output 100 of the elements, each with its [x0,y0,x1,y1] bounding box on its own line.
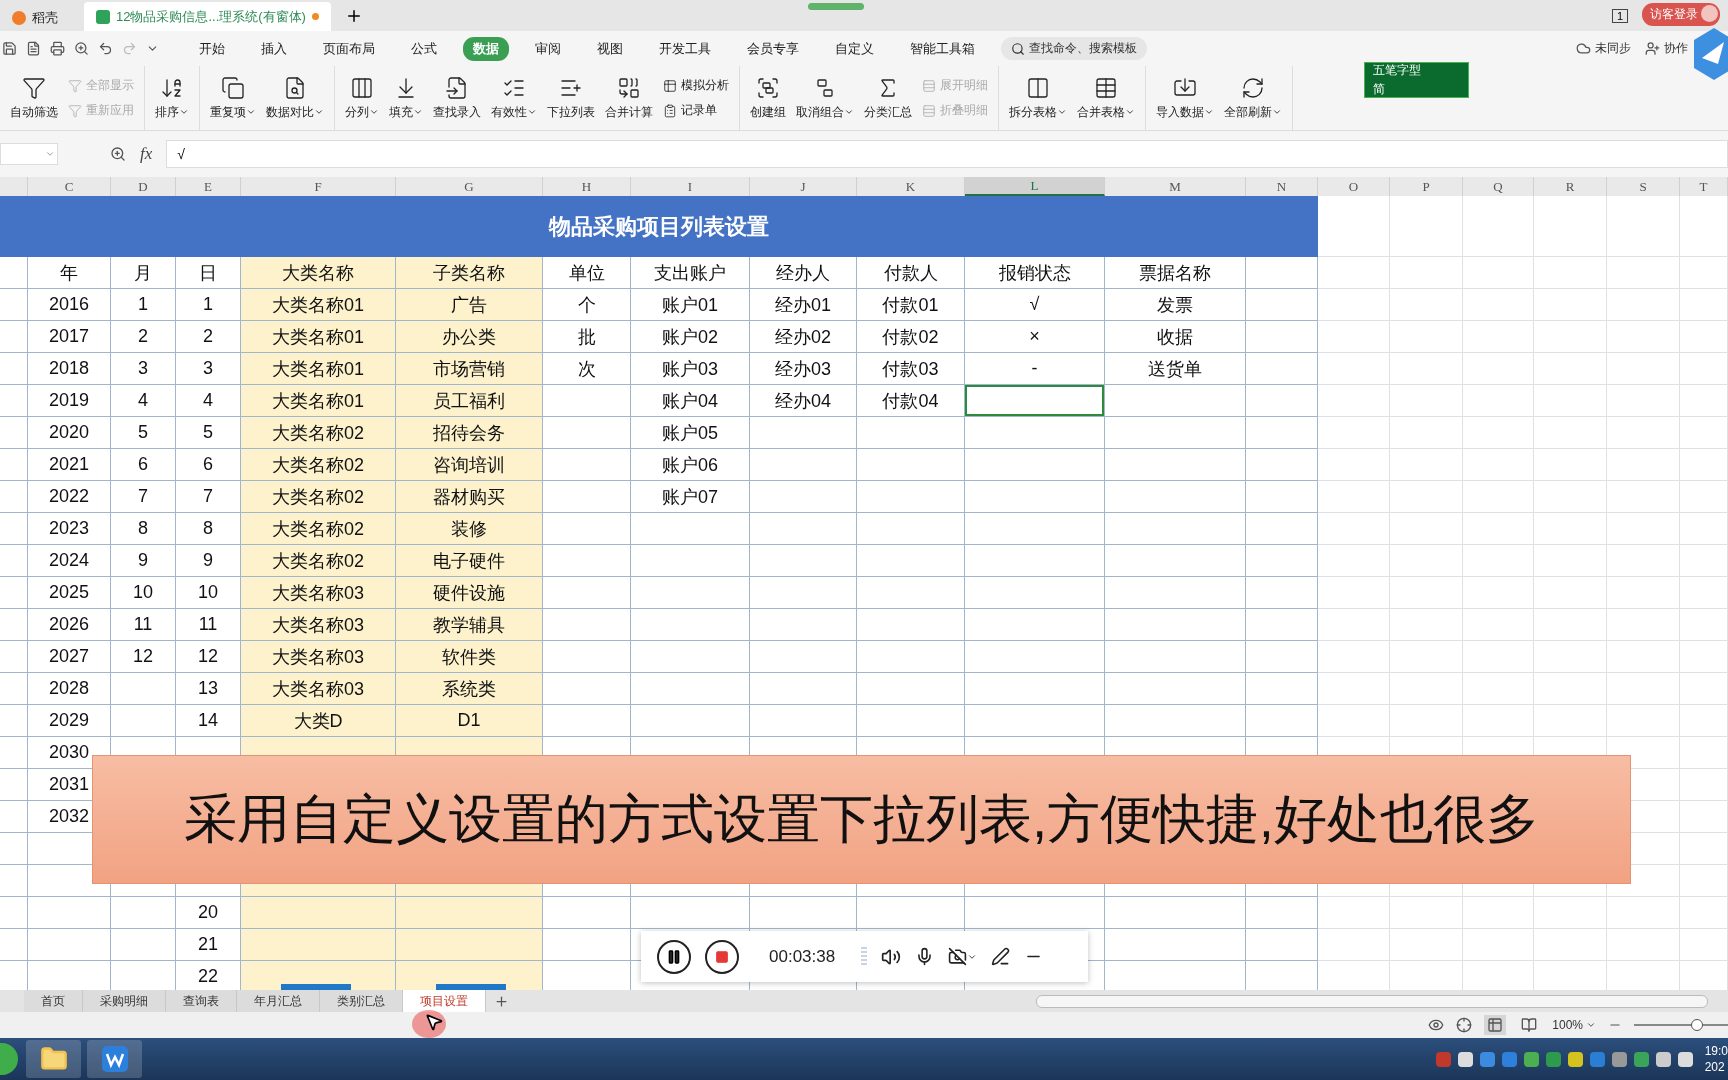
document-icon[interactable] [26,41,41,56]
table-cell: 2016 [28,289,111,321]
collaborate-icon[interactable] [1645,41,1660,56]
login-button[interactable]: 访客登录 [1642,3,1720,26]
tray-icon[interactable] [1633,1051,1649,1067]
table-cell [111,673,176,705]
ribbon-button[interactable]: 创建组 [746,66,790,130]
grid-icon [1487,1017,1504,1033]
table-cell: √ [965,289,1105,321]
ribbon-button[interactable]: 取消组合 [792,66,858,130]
ribbon-button[interactable]: 记录单 [663,102,729,119]
ribbon-button[interactable]: 导入数据 [1152,66,1218,130]
tray-icon[interactable] [1457,1051,1473,1067]
sheet-tab[interactable]: 类别汇总 [320,990,403,1012]
sheet-tab[interactable]: 采购明细 [83,990,166,1012]
print-preview-icon[interactable] [74,41,89,56]
normal-view-button[interactable] [1484,1015,1507,1035]
menu-tab[interactable]: 视图 [587,36,633,61]
ribbon-button[interactable]: 分类汇总 [860,66,916,130]
sheet-tab[interactable]: 查询表 [166,990,237,1012]
stop-button[interactable] [705,939,739,974]
sheet-tab[interactable]: 首页 [24,990,83,1012]
ribbon-button[interactable]: 查找录入 [429,66,485,130]
ribbon-button[interactable]: 有效性 [487,66,541,130]
collaborate-link[interactable]: 协作 [1664,40,1688,57]
menu-tab[interactable]: 页面布局 [313,36,385,61]
sheet-tab[interactable]: 年月汇总 [237,990,320,1012]
ribbon-button[interactable]: 排序 [151,66,193,130]
table-cell: × [965,321,1105,353]
horizontal-scrollbar[interactable] [1036,995,1708,1008]
menu-tab[interactable]: 自定义 [825,36,884,61]
speaker-icon[interactable] [881,946,902,967]
ribbon-button[interactable]: 合并计算 [601,66,657,130]
menu-tab[interactable]: 会员专享 [737,36,809,61]
column-heading: 支出账户 [631,257,750,289]
ribbon-button[interactable]: 填充 [385,66,427,130]
print-icon[interactable] [50,41,65,56]
table-cell [1463,513,1534,545]
column-header[interactable]: Q [1463,177,1534,196]
tray-icon[interactable] [1655,1051,1671,1067]
column-heading: 大类名称 [241,257,396,289]
selected-cell[interactable] [965,385,1105,417]
column-heading: 经办人 [750,257,857,289]
pen-icon[interactable] [991,947,1011,966]
document-tab[interactable]: 12物品采购信息...理系统(有窗体) [84,2,331,31]
ribbon-button[interactable]: 重复项 [206,66,260,130]
tray-icon[interactable] [1677,1051,1693,1067]
wps-button[interactable] [87,1040,142,1078]
file-explorer-button[interactable] [26,1040,81,1078]
ribbon-button[interactable]: 全部刷新 [1220,66,1286,130]
zoom-slider[interactable] [1691,1019,1703,1031]
menu-tab[interactable]: 开始 [189,36,235,61]
cloud-icon[interactable] [1576,41,1591,56]
column-header[interactable]: S [1607,177,1680,196]
sheet-tab[interactable]: 项目设置 [403,990,486,1012]
tray-icon[interactable] [1567,1051,1583,1067]
column-header[interactable]: O [1318,177,1390,196]
menu-tab[interactable]: 公式 [401,36,447,61]
formula-field[interactable]: √ [166,140,1728,168]
table-cell: 大类名称03 [241,609,396,641]
ribbon-button[interactable]: 合并表格 [1073,66,1139,130]
column-header[interactable]: P [1390,177,1463,196]
undo-icon[interactable] [98,41,113,56]
table-cell: 软件类 [396,641,543,673]
column-header[interactable]: R [1534,177,1607,196]
column-header[interactable]: T [1680,177,1728,196]
ribbon-button[interactable]: 数据对比 [262,66,328,130]
zoom-icon[interactable] [110,146,126,162]
ribbon-button[interactable]: 拆分表格 [1005,66,1071,130]
caret-icon [246,107,256,117]
eye-icon[interactable] [1428,1017,1445,1033]
start-button[interactable] [0,1041,20,1077]
pause-button[interactable] [657,939,691,974]
tray-icon[interactable] [1523,1051,1539,1067]
table-cell [1680,545,1728,577]
table-cell [1463,673,1534,705]
crosshair-icon[interactable] [1456,1017,1473,1033]
save-icon[interactable] [2,41,17,56]
tray-icon[interactable] [1611,1051,1627,1067]
clock[interactable]: 19:0 202 [1704,1043,1728,1075]
ribbon-button[interactable]: 自动筛选 [6,66,62,130]
table-cell: 经办01 [750,289,857,321]
stop-icon [715,949,729,964]
refresh-icon [1241,75,1265,100]
camera-off-button[interactable] [948,947,978,966]
zoom-level[interactable]: 100% [1552,1018,1596,1032]
menu-tab[interactable]: 审阅 [525,36,571,61]
table-cell: 8 [111,513,176,545]
document-search-icon [283,75,307,100]
ribbon-button[interactable]: 分列 [341,66,383,130]
drag-handle-icon[interactable] [808,3,864,10]
menu-tab[interactable]: 智能工具箱 [900,36,985,61]
search-field[interactable]: 查找命令、搜索模板 [1001,37,1147,60]
column-header[interactable]: L [965,177,1105,196]
ribbon-button[interactable]: 下拉列表 [543,66,599,130]
caret-icon [369,107,379,117]
ribbon-button[interactable]: 模拟分析 [663,77,729,94]
menu-tab[interactable]: 开发工具 [649,36,721,61]
menu-tab[interactable]: 插入 [251,36,297,61]
document-tab[interactable]: 稻壳 [0,4,70,31]
